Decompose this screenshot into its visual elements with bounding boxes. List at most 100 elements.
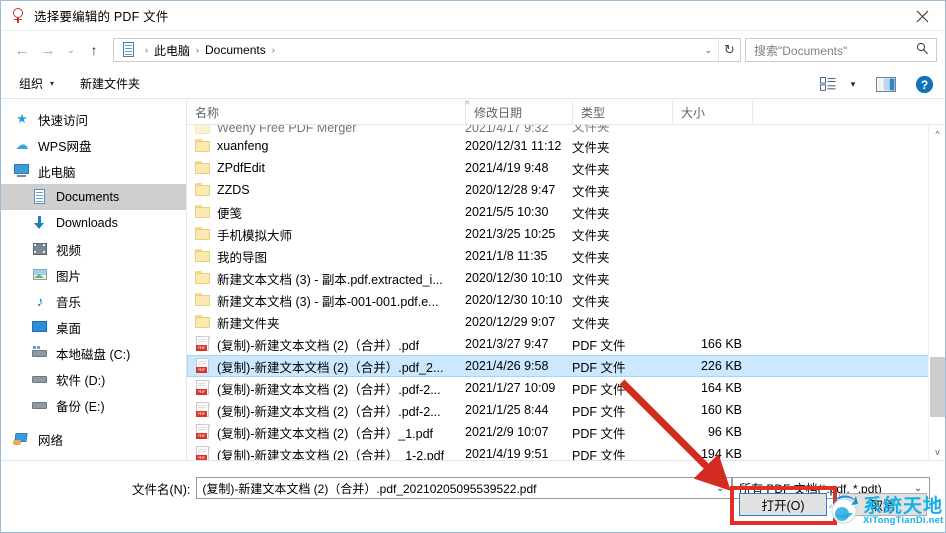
pdf-icon: PDF	[195, 446, 211, 460]
file-date-cell: 2021/4/26 9:58	[465, 359, 549, 373]
breadcrumb[interactable]: › 此电脑 › Documents › ⌄ ↻	[113, 38, 741, 62]
svg-text:?: ?	[920, 78, 927, 92]
file-type-cell: 文件夹	[572, 272, 610, 287]
table-row[interactable]: ZZDS 2020/12/28 9:47 文件夹	[187, 179, 945, 201]
table-row[interactable]: xuanfeng 2020/12/31 11:12 文件夹	[187, 135, 945, 157]
table-row[interactable]: PDF (复制)-新建文本文档 (2)（合并）_1.pdf 2021/2/9 1…	[187, 421, 945, 443]
file-name-text: 新建文本文档 (3) - 副本-001-001.pdf.e...	[217, 294, 439, 309]
file-name-text: (复制)-新建文本文档 (2)（合并）.pdf	[217, 338, 420, 353]
breadcrumb-item-documents[interactable]: Documents	[202, 43, 269, 57]
table-row[interactable]: 我的导图 2021/1/8 11:35 文件夹	[187, 245, 945, 267]
chevron-down-icon[interactable]: ⌄	[711, 483, 729, 494]
table-row[interactable]: PDF (复制)-新建文本文档 (2)（合并）.pdf-2... 2021/1/…	[187, 399, 945, 421]
file-type-cell: 文件夹	[572, 294, 610, 309]
title-bar: 选择要编辑的 PDF 文件	[1, 1, 945, 31]
file-name-cell: 便笺	[187, 203, 465, 222]
sidebar-item-videos[interactable]: 视频	[1, 236, 186, 262]
scroll-up-icon[interactable]: ^	[929, 125, 945, 142]
table-row[interactable]: ZPdfEdit 2021/4/19 9:48 文件夹	[187, 157, 945, 179]
help-icon[interactable]: ?	[909, 71, 939, 97]
table-row[interactable]: 手机模拟大师 2021/3/25 10:25 文件夹	[187, 223, 945, 245]
search-icon	[916, 42, 932, 58]
sidebar-item-network[interactable]: 网络	[1, 426, 186, 452]
sidebar-item-quick-access[interactable]: ★ 快速访问	[1, 106, 186, 132]
breadcrumb-item-this-pc[interactable]: 此电脑	[151, 42, 193, 59]
table-row[interactable]: 新建文件夹 2020/12/29 9:07 文件夹	[187, 311, 945, 333]
chevron-down-icon: ▾	[50, 79, 55, 88]
navigation-bar: ← → ⌄ ↑ › 此电脑 › Documents › ⌄ ↻ 搜索"Docum…	[1, 31, 945, 69]
search-input[interactable]: 搜索"Documents"	[745, 38, 937, 62]
file-date-cell: 2021/3/25 10:25	[465, 227, 556, 241]
column-header-type[interactable]: 类型	[572, 99, 672, 125]
close-icon[interactable]	[899, 1, 945, 31]
column-header-spacer	[752, 99, 945, 125]
column-header-size[interactable]: 大小	[672, 99, 752, 125]
folder-icon	[195, 205, 211, 219]
filename-row: 文件名(N): (复制)-新建文本文档 (2)（合并）.pdf_20210205…	[132, 477, 733, 499]
back-icon[interactable]: ←	[9, 37, 35, 63]
file-date-cell: 2020/12/31 11:12	[465, 139, 562, 153]
forward-icon[interactable]: →	[35, 37, 61, 63]
filename-input[interactable]: (复制)-新建文本文档 (2)（合并）.pdf_2021020509553952…	[196, 477, 733, 499]
up-icon[interactable]: ↑	[81, 37, 107, 63]
sidebar-item-drive-c[interactable]: 本地磁盘 (C:)	[1, 340, 186, 366]
sidebar-item-label: 视频	[56, 243, 82, 258]
file-size-cell: 160 KB	[700, 403, 742, 417]
sidebar-item-drive-e[interactable]: 备份 (E:)	[1, 392, 186, 418]
red-highlight-box	[730, 486, 837, 525]
column-header-name[interactable]: 名称	[187, 100, 465, 125]
file-list-pane: 名称 修改日期 类型 大小 ^ Weeny Free PDF Merger 20…	[187, 99, 945, 460]
documents-icon	[31, 189, 49, 205]
table-row[interactable]: 新建文本文档 (3) - 副本-001-001.pdf.e... 2020/12…	[187, 289, 945, 311]
file-name-text: 便笺	[217, 206, 243, 221]
network-icon	[13, 431, 31, 447]
view-dropdown-icon[interactable]: ▾	[845, 71, 861, 97]
organize-button[interactable]: 组织 ▾	[13, 72, 60, 96]
scroll-down-icon[interactable]: v	[929, 443, 945, 460]
folder-icon	[195, 161, 211, 175]
sidebar-item-this-pc[interactable]: 此电脑	[1, 158, 186, 184]
sidebar-item-music[interactable]: ♪ 音乐	[1, 288, 186, 314]
file-type-cell: 文件夹	[572, 125, 610, 134]
scrollbar-thumb[interactable]	[930, 357, 945, 417]
sidebar-item-drive-d[interactable]: 软件 (D:)	[1, 366, 186, 392]
file-date-cell: 2021/1/25 8:44	[465, 403, 549, 417]
sidebar-item-downloads[interactable]: Downloads	[1, 210, 186, 236]
new-folder-button[interactable]: 新建文件夹	[74, 72, 146, 96]
recent-locations-icon[interactable]: ⌄	[61, 37, 81, 63]
file-type-cell: PDF 文件	[572, 448, 626, 461]
table-row[interactable]: PDF (复制)-新建文本文档 (2)（合并）.pdf_2... 2021/4/…	[187, 355, 945, 377]
sidebar-item-wps-cloud[interactable]: ☁ WPS网盘	[1, 132, 186, 158]
file-name-cell: PDF (复制)-新建文本文档 (2)（合并）.pdf-2...	[187, 401, 465, 420]
file-name-text: ZPdfEdit	[217, 161, 265, 175]
vertical-scrollbar[interactable]: ^ v	[928, 125, 945, 460]
file-name-text: 新建文本文档 (3) - 副本.pdf.extracted_i...	[217, 272, 443, 287]
sidebar-item-desktop[interactable]: 桌面	[1, 314, 186, 340]
table-row[interactable]: PDF (复制)-新建文本文档 (2)（合并）_1-2.pdf 2021/4/1…	[187, 443, 945, 460]
file-size-cell: 96 KB	[707, 425, 742, 439]
drive-icon	[31, 345, 49, 361]
folder-icon	[195, 125, 211, 135]
file-list[interactable]: Weeny Free PDF Merger 2021/4/17 9:32 文件夹…	[187, 125, 945, 460]
command-toolbar: 组织 ▾ 新建文件夹 ▾ ?	[1, 69, 945, 99]
sidebar-item-documents[interactable]: Documents	[1, 184, 186, 210]
refresh-icon[interactable]: ↻	[718, 39, 740, 61]
folder-icon	[195, 183, 211, 197]
column-header-date[interactable]: 修改日期	[465, 99, 572, 125]
breadcrumb-dropdown-icon[interactable]: ⌄	[698, 39, 718, 61]
file-type-cell: 文件夹	[572, 206, 610, 221]
table-row[interactable]: PDF (复制)-新建文本文档 (2)（合并）.pdf-2... 2021/1/…	[187, 377, 945, 399]
file-open-dialog: 选择要编辑的 PDF 文件 ← → ⌄ ↑ › 此电脑 › Documents	[0, 0, 946, 533]
table-row[interactable]: 新建文本文档 (3) - 副本.pdf.extracted_i... 2020/…	[187, 267, 945, 289]
window-title: 选择要编辑的 PDF 文件	[34, 10, 169, 24]
table-row[interactable]: Weeny Free PDF Merger 2021/4/17 9:32 文件夹	[187, 125, 945, 135]
sidebar-item-pictures[interactable]: 图片	[1, 262, 186, 288]
sidebar-item-label: 图片	[56, 269, 82, 284]
file-name-cell: PDF (复制)-新建文本文档 (2)（合并）.pdf	[187, 335, 465, 354]
sidebar-item-label: 本地磁盘 (C:)	[56, 347, 131, 362]
table-row[interactable]: 便笺 2021/5/5 10:30 文件夹	[187, 201, 945, 223]
preview-pane-icon[interactable]	[871, 71, 901, 97]
view-list-icon[interactable]	[813, 71, 843, 97]
sidebar-item-label: Documents	[56, 190, 120, 204]
table-row[interactable]: PDF (复制)-新建文本文档 (2)（合并）.pdf 2021/3/27 9:…	[187, 333, 945, 355]
